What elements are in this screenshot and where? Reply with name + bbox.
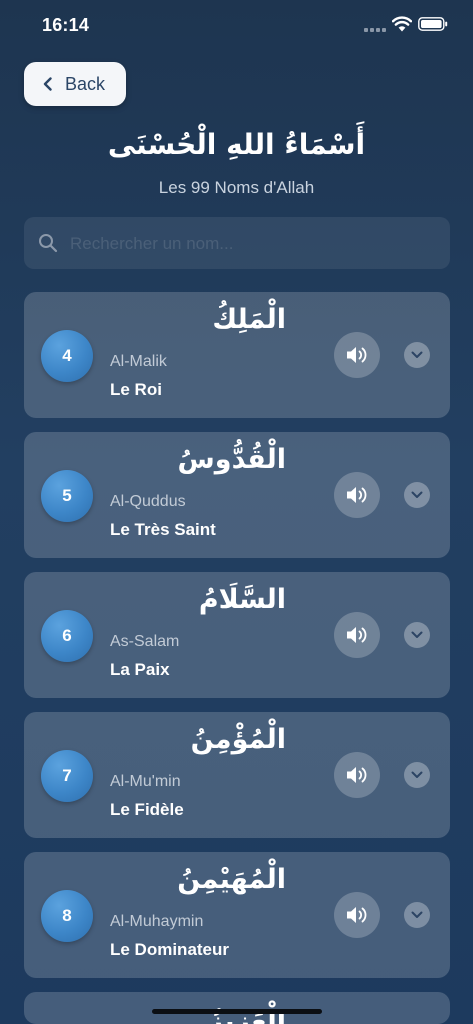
number-badge: 7 bbox=[41, 750, 93, 802]
transliteration: Al-Quddus bbox=[110, 493, 186, 510]
home-indicator bbox=[152, 1009, 322, 1014]
name-card[interactable]: الْعَزِيزُ bbox=[24, 992, 450, 1024]
meaning: Le Fidèle bbox=[110, 800, 184, 819]
names-list: 4 الْمَلِكُ Al-Malik Le Roi 5 الْقُدُّوس… bbox=[0, 0, 473, 1024]
meaning: Le Très Saint bbox=[110, 520, 216, 539]
meaning: Le Dominateur bbox=[110, 940, 230, 959]
transliteration: Al-Mu'min bbox=[110, 773, 181, 790]
arabic-name: الْمُهَيْمِنُ bbox=[177, 864, 286, 895]
number-badge: 6 bbox=[41, 610, 93, 662]
expand-button[interactable] bbox=[404, 762, 430, 788]
chevron-down-icon bbox=[411, 491, 423, 498]
transliteration: As-Salam bbox=[110, 633, 180, 650]
meaning: La Paix bbox=[110, 660, 170, 679]
expand-button[interactable] bbox=[404, 902, 430, 928]
arabic-name: الْمُؤْمِنُ bbox=[190, 724, 286, 755]
speaker-icon bbox=[347, 907, 367, 923]
transliteration: Al-Malik bbox=[110, 353, 167, 370]
expand-button[interactable] bbox=[404, 622, 430, 648]
play-audio-button[interactable] bbox=[334, 472, 380, 518]
arabic-name: الْقُدُّوسُ bbox=[177, 444, 286, 475]
meaning: Le Roi bbox=[110, 380, 162, 399]
name-card[interactable]: 8 الْمُهَيْمِنُ Al-Muhaymin Le Dominateu… bbox=[24, 852, 450, 978]
play-audio-button[interactable] bbox=[334, 612, 380, 658]
speaker-icon bbox=[347, 347, 367, 363]
chevron-down-icon bbox=[411, 771, 423, 778]
arabic-name: الْمَلِكُ bbox=[212, 304, 286, 335]
speaker-icon bbox=[347, 627, 367, 643]
chevron-down-icon bbox=[411, 631, 423, 638]
transliteration: Al-Muhaymin bbox=[110, 913, 204, 930]
number-badge: 8 bbox=[41, 890, 93, 942]
arabic-name: السَّلَامُ bbox=[198, 584, 286, 615]
chevron-down-icon bbox=[411, 351, 423, 358]
play-audio-button[interactable] bbox=[334, 892, 380, 938]
name-card[interactable]: 5 الْقُدُّوسُ Al-Quddus Le Très Saint bbox=[24, 432, 450, 558]
number-badge: 4 bbox=[41, 330, 93, 382]
play-audio-button[interactable] bbox=[334, 752, 380, 798]
number-badge: 5 bbox=[41, 470, 93, 522]
name-card[interactable]: 6 السَّلَامُ As-Salam La Paix bbox=[24, 572, 450, 698]
expand-button[interactable] bbox=[404, 482, 430, 508]
play-audio-button[interactable] bbox=[334, 332, 380, 378]
speaker-icon bbox=[347, 767, 367, 783]
name-card[interactable]: 4 الْمَلِكُ Al-Malik Le Roi bbox=[24, 292, 450, 418]
name-card[interactable]: 7 الْمُؤْمِنُ Al-Mu'min Le Fidèle bbox=[24, 712, 450, 838]
speaker-icon bbox=[347, 487, 367, 503]
expand-button[interactable] bbox=[404, 342, 430, 368]
chevron-down-icon bbox=[411, 911, 423, 918]
